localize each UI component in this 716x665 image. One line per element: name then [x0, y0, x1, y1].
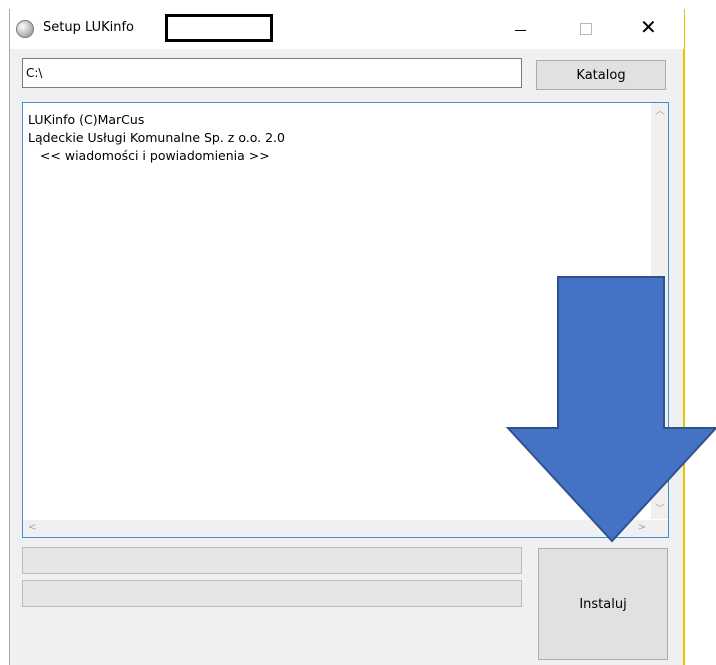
- text-line: LUKinfo (C)MarCus: [28, 112, 145, 127]
- redaction-box: [165, 14, 273, 42]
- katalog-button[interactable]: Katalog: [536, 60, 666, 90]
- close-button[interactable]: ✕: [628, 9, 674, 49]
- close-icon: ✕: [640, 15, 657, 39]
- text-line: Lądeckie Usługi Komunalne Sp. z o.o. 2.0: [28, 130, 285, 145]
- install-path-input[interactable]: [22, 58, 522, 88]
- minimize-button[interactable]: [497, 9, 543, 49]
- instaluj-button[interactable]: Instaluj: [538, 548, 668, 660]
- scroll-down-icon[interactable]: ﹀: [655, 505, 665, 515]
- minimize-icon: [515, 30, 526, 31]
- scroll-left-icon[interactable]: <: [28, 523, 36, 533]
- info-text-area[interactable]: LUKinfo (C)MarCus Lądeckie Usługi Komunal…: [22, 102, 669, 538]
- progress-bar-2: [22, 580, 522, 607]
- horizontal-scrollbar[interactable]: < >: [23, 520, 651, 537]
- maximize-button[interactable]: [562, 9, 608, 49]
- progress-bar-1: [22, 547, 522, 574]
- scroll-right-icon[interactable]: >: [638, 523, 646, 533]
- maximize-icon: [580, 23, 592, 35]
- screen: Setup LUKinfo ✕ Katalog LUKinfo (C)MarCu…: [0, 0, 716, 665]
- title-bar[interactable]: Setup LUKinfo ✕: [10, 9, 684, 49]
- scroll-corner: [651, 520, 668, 537]
- vertical-scrollbar[interactable]: ︿ ﹀: [651, 103, 668, 519]
- text-line: << wiadomości i powiadomienia >>: [28, 148, 270, 163]
- setup-window: Setup LUKinfo ✕ Katalog LUKinfo (C)MarCu…: [9, 9, 685, 665]
- info-text: LUKinfo (C)MarCus Lądeckie Usługi Komunal…: [28, 111, 285, 165]
- cd-disc-icon: [16, 20, 34, 38]
- scroll-up-icon[interactable]: ︿: [655, 107, 665, 117]
- window-title: Setup LUKinfo: [43, 20, 134, 35]
